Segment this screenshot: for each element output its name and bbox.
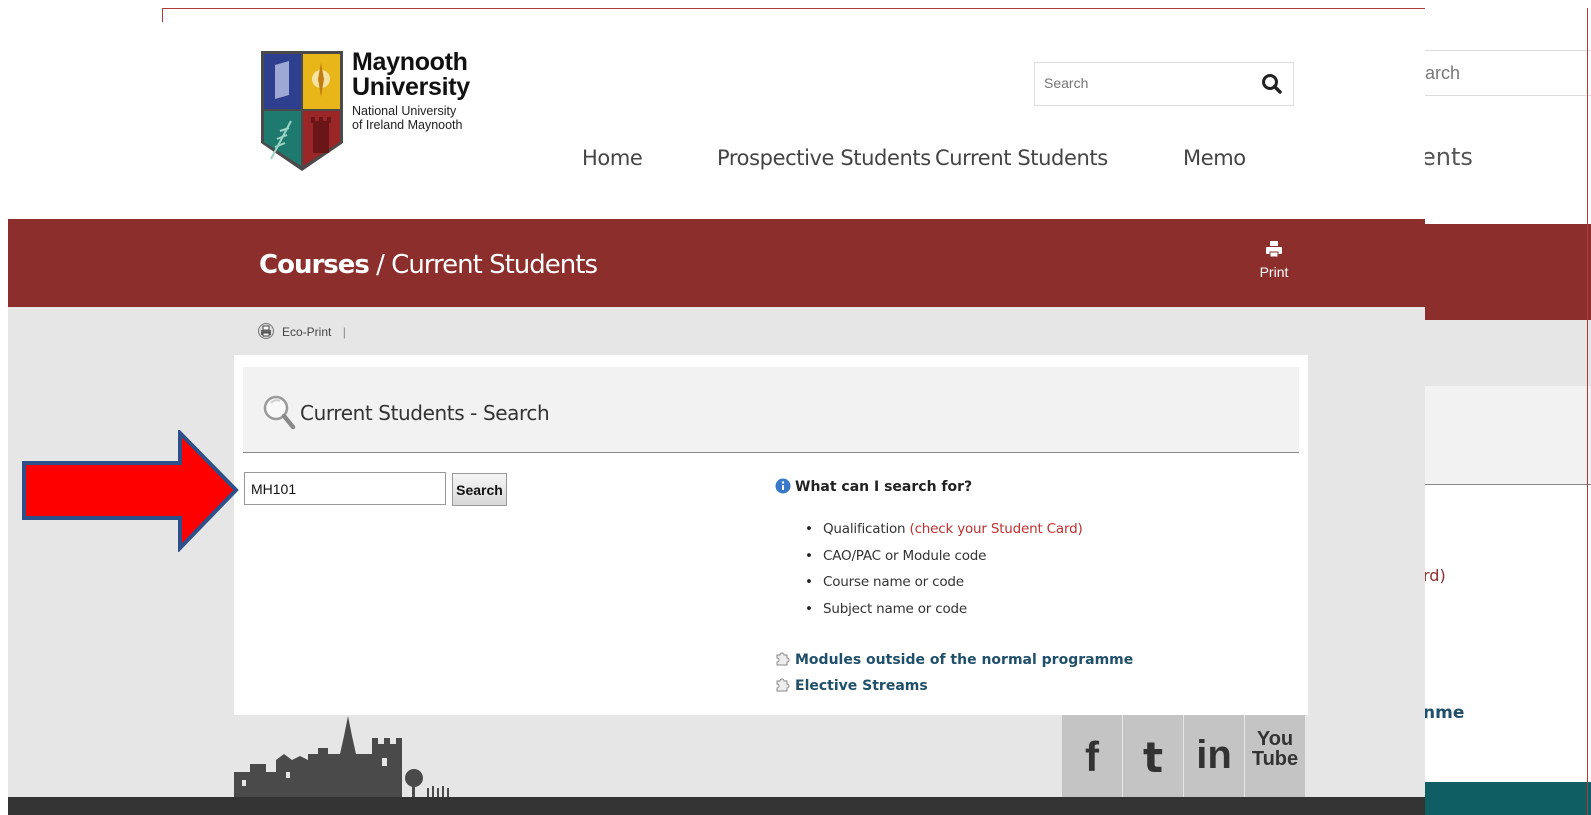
page-title-band: [8, 219, 1425, 307]
ghost-title-band: [1425, 224, 1591, 320]
nav-home[interactable]: Home: [582, 146, 643, 170]
puzzle-icon: [776, 652, 790, 666]
linkedin-link[interactable]: in: [1184, 715, 1244, 797]
ghost-search-box: earch: [1425, 50, 1591, 96]
help-item-qualification: Qualification (check your Student Card): [805, 521, 1083, 548]
print-button[interactable]: Print: [1256, 240, 1292, 280]
toolbar-separator: |: [342, 325, 346, 339]
eco-print-link[interactable]: Eco-Print |: [258, 323, 346, 339]
logo-sub-line1: National University: [352, 104, 457, 118]
puzzle-icon: [776, 678, 790, 692]
ghost-panel-header: [1425, 386, 1591, 485]
elective-streams-link[interactable]: Elective Streams: [774, 676, 928, 694]
nav-memo[interactable]: Memo: [1183, 146, 1246, 170]
youtube-line1: You: [1256, 728, 1294, 750]
course-search-input[interactable]: [244, 472, 446, 505]
twitter-icon: t: [1142, 733, 1164, 782]
site-search-box: [1034, 62, 1294, 106]
logo-name-line1: Maynooth: [352, 48, 468, 76]
help-heading: What can I search for?: [775, 478, 972, 495]
eco-printer-icon: [258, 323, 274, 339]
top-frame-line: [162, 8, 1591, 9]
twitter-link[interactable]: t: [1123, 715, 1183, 797]
university-crest-logo[interactable]: [261, 51, 343, 171]
modules-outside-link[interactable]: Modules outside of the normal programme: [774, 650, 1133, 668]
eco-print-label: Eco-Print: [282, 325, 332, 339]
facebook-link[interactable]: f: [1062, 715, 1122, 797]
ghost-nav-fragment: ents: [1425, 143, 1473, 171]
top-frame-line-right: [1587, 8, 1588, 815]
logo-name-line2: University: [352, 73, 470, 101]
site-search-button[interactable]: [1253, 63, 1293, 105]
logo-wordmark[interactable]: Maynooth University National University …: [352, 48, 470, 133]
help-list: Qualification (check your Student Card) …: [805, 521, 1083, 627]
annotation-arrow: [22, 430, 239, 552]
ghost-footer-bar: [1425, 782, 1591, 815]
footer-bar: [8, 797, 1425, 815]
youtube-link[interactable]: You Tube: [1245, 715, 1305, 797]
breadcrumb-courses-link[interactable]: Courses: [259, 250, 370, 280]
print-label: Print: [1259, 264, 1289, 280]
logo-sub-line2: of Ireland Maynooth: [352, 118, 463, 132]
nav-current-students[interactable]: Current Students: [935, 146, 1108, 170]
info-icon: [775, 478, 791, 494]
help-item-cao: CAO/PAC or Module code: [805, 548, 1083, 575]
campus-skyline-illustration: [234, 716, 449, 797]
breadcrumb-separator: /: [368, 250, 392, 280]
ghost-link-fragment: nme: [1425, 703, 1465, 723]
course-search-button[interactable]: Search: [452, 473, 507, 506]
youtube-line2: Tube: [1251, 748, 1299, 770]
site-search-input[interactable]: [1035, 63, 1260, 103]
search-icon: [1262, 74, 1282, 94]
youtube-icon: You Tube: [1245, 729, 1305, 769]
help-item-course: Course name or code: [805, 574, 1083, 601]
ghost-note-fragment: rd): [1425, 566, 1446, 585]
printer-icon: [1266, 241, 1282, 258]
magnifier-icon: [263, 395, 296, 430]
ghost-search-text: earch: [1425, 63, 1461, 83]
panel-title: Current Students - Search: [300, 401, 550, 425]
top-frame-line-left: [162, 8, 163, 22]
facebook-icon: f: [1085, 733, 1099, 780]
help-item-text: Qualification: [823, 521, 910, 537]
help-heading-text: What can I search for?: [795, 479, 973, 495]
help-item-subject: Subject name or code: [805, 601, 1083, 628]
nav-prospective-students[interactable]: Prospective Students: [717, 146, 931, 170]
ghost-grey-area: [1425, 320, 1591, 386]
modules-outside-label: Modules outside of the normal programme: [795, 652, 1134, 668]
student-card-note: (check your Student Card): [909, 521, 1083, 537]
linkedin-icon: in: [1196, 733, 1232, 777]
overlapped-screenshot-fragment: earch ents rd) nme: [1425, 0, 1591, 815]
breadcrumb: Courses / Current Students: [259, 250, 598, 280]
breadcrumb-current: Current Students: [391, 250, 598, 280]
elective-streams-label: Elective Streams: [795, 678, 928, 694]
